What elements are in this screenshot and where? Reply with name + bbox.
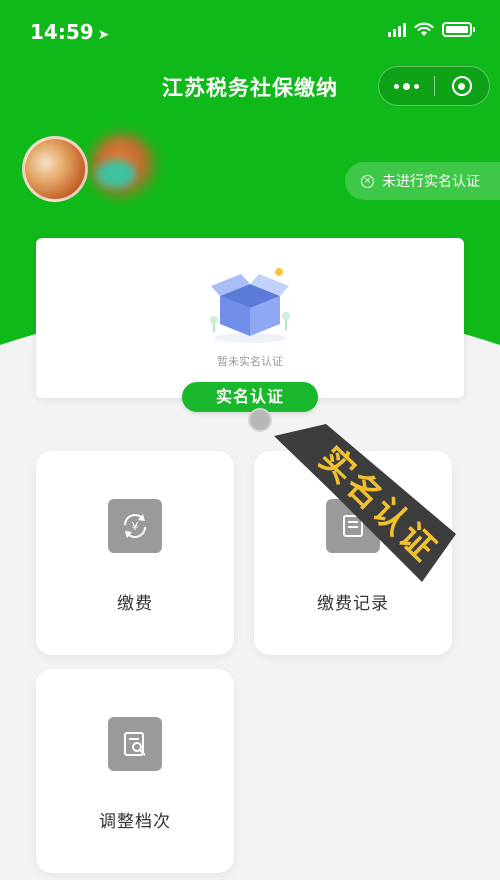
status-bar: 14:59 ➤ (0, 0, 500, 60)
adjust-doc-icon (108, 717, 162, 771)
auth-status-badge[interactable]: × 未进行实名认证 (345, 162, 500, 200)
empty-state-text: 暂未实名认证 (217, 355, 283, 368)
empty-box-illustration (210, 268, 290, 343)
tile-label: 调整档次 (99, 812, 171, 832)
close-button[interactable] (434, 67, 489, 105)
close-circle-icon: × (361, 174, 374, 188)
mini-program-capsule (378, 66, 490, 106)
auth-status-text: 未进行实名认证 (382, 174, 480, 190)
battery-icon (442, 22, 475, 37)
annotation-tag: 实名认证 (274, 424, 456, 582)
annotation-tag-text: 实名认证 (311, 439, 445, 571)
verify-identity-button[interactable]: 实名认证 (182, 382, 318, 412)
auth-card: 暂未实名认证 (36, 238, 464, 398)
target-close-icon (451, 76, 472, 96)
location-arrow-icon: ➤ (97, 27, 110, 43)
more-dots-icon (393, 83, 399, 89)
svg-text:¥: ¥ (132, 520, 139, 533)
wifi-icon (414, 22, 434, 36)
avatar[interactable] (22, 136, 88, 202)
yuan-refresh-icon: ¥ (108, 499, 162, 553)
tile-adjust-level[interactable]: 调整档次 (36, 669, 234, 873)
tile-label: 缴费 (117, 594, 153, 614)
more-button[interactable] (379, 67, 434, 105)
status-time: 14:59 (30, 20, 94, 44)
tile-payment[interactable]: ¥ 缴费 (36, 451, 234, 655)
touch-indicator (248, 408, 272, 432)
signal-icon (388, 22, 406, 37)
